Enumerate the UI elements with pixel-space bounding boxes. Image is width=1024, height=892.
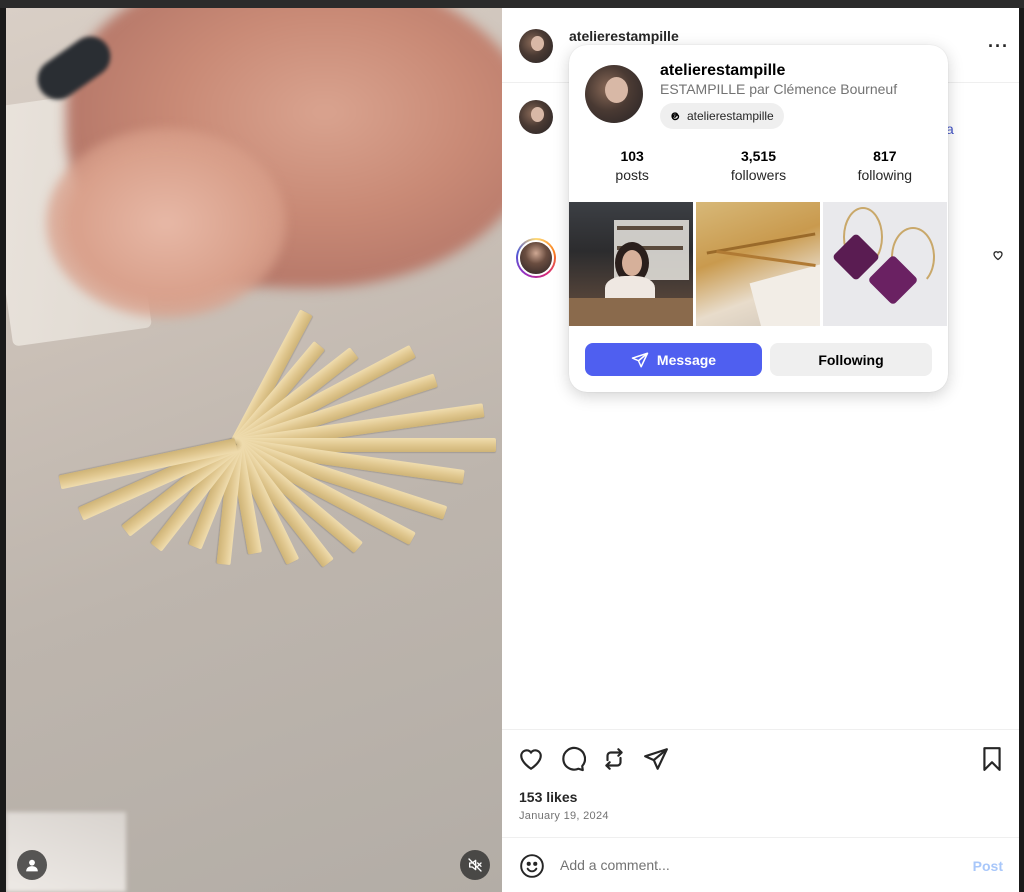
following-label: Following — [818, 351, 884, 368]
hover-card-fullname: ESTAMPILLE par Clémence Bourneuf — [660, 81, 898, 97]
message-button[interactable]: Message — [585, 343, 762, 376]
stat-count: 3,515 — [740, 148, 777, 164]
emoji-icon[interactable] — [519, 853, 545, 879]
comment-icon[interactable] — [560, 746, 586, 772]
threads-handle: atelierestampille — [687, 109, 774, 123]
post-date[interactable]: January 19, 2024 — [519, 810, 609, 822]
heart-icon[interactable] — [518, 746, 544, 772]
following-button[interactable]: Following — [770, 343, 932, 376]
threads-icon — [671, 112, 680, 121]
backdrop — [0, 0, 1024, 8]
hover-card-avatar[interactable] — [585, 65, 643, 123]
finger-shape — [46, 128, 286, 318]
post-media[interactable] — [6, 8, 502, 892]
tagged-users-button[interactable] — [17, 850, 47, 880]
hover-card-username[interactable]: atelierestampille — [660, 62, 785, 80]
post-thumbnail[interactable] — [823, 202, 947, 326]
profile-stats: 103 posts 3,515 followers 817 following — [569, 148, 948, 183]
stat-label: followers — [730, 167, 787, 183]
comment-bar: Post — [502, 837, 1019, 892]
message-label: Message — [656, 351, 717, 368]
hover-card-actions: Message Following — [585, 343, 932, 376]
post-thumbnail[interactable] — [569, 202, 693, 326]
more-options-button[interactable]: ··· — [988, 36, 1009, 57]
repost-icon[interactable] — [601, 746, 627, 772]
commenter-avatar[interactable] — [516, 238, 556, 278]
author-avatar[interactable] — [519, 29, 553, 63]
comment-input[interactable] — [560, 854, 940, 876]
recent-posts-grid — [569, 202, 948, 326]
stat-label: following — [857, 167, 913, 183]
threads-badge[interactable]: atelierestampille — [660, 103, 784, 129]
stat-label: posts — [615, 167, 649, 183]
post-thumbnail[interactable] — [696, 202, 820, 326]
author-username[interactable]: atelierestampille — [569, 28, 679, 44]
audio-toggle-button[interactable] — [460, 850, 490, 880]
profile-hover-card: atelierestampille ESTAMPILLE par Clémenc… — [569, 45, 948, 392]
stat-followers[interactable]: 3,515 followers — [695, 148, 821, 183]
post-comment-button[interactable]: Post — [973, 858, 1003, 874]
stat-count: 817 — [873, 148, 897, 164]
caption-avatar[interactable] — [519, 100, 553, 134]
bookmark-icon[interactable] — [979, 746, 1005, 772]
muted-speaker-icon — [468, 858, 482, 872]
stat-count: 103 — [620, 148, 644, 164]
likes-count[interactable]: 153 likes — [519, 789, 577, 805]
user-icon — [26, 859, 38, 872]
stat-following[interactable]: 817 following — [822, 148, 948, 183]
share-icon[interactable] — [643, 746, 669, 772]
stat-posts[interactable]: 103 posts — [569, 148, 695, 183]
send-icon — [631, 352, 649, 367]
post-actions: 153 likes January 19, 2024 — [502, 729, 1019, 837]
comment-like-heart-icon[interactable] — [992, 249, 1004, 261]
